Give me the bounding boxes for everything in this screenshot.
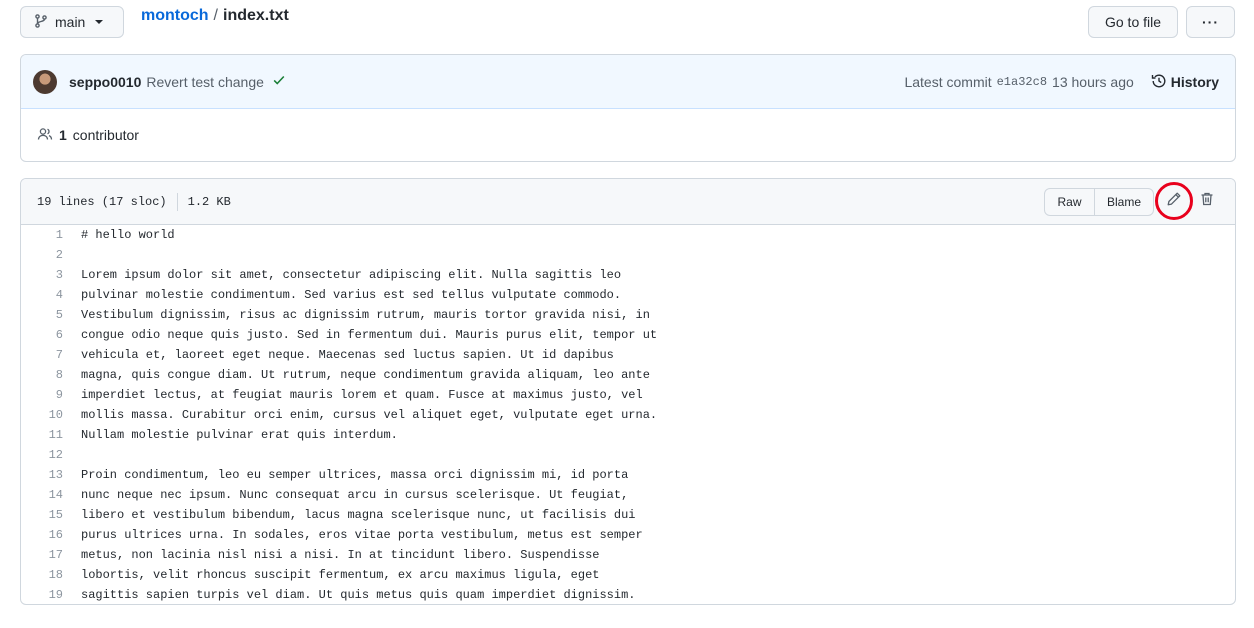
line-number[interactable]: 11 (21, 428, 63, 442)
line-text: metus, non lacinia nisl nisi a nisi. In … (81, 548, 600, 562)
line-text: libero et vestibulum bibendum, lacus mag… (81, 508, 636, 522)
file-size: 1.2 KB (187, 194, 231, 209)
edit-file-button[interactable] (1155, 182, 1193, 220)
commit-time: 13 hours ago (1052, 74, 1134, 90)
line-text: magna, quis congue diam. Ut rutrum, nequ… (81, 368, 650, 382)
line-number[interactable]: 19 (21, 588, 63, 602)
latest-commit-label: Latest commit (904, 74, 992, 90)
line-text: Lorem ipsum dolor sit amet, consectetur … (81, 268, 622, 282)
contributor-count: 1 (59, 127, 67, 143)
file-line-count: 19 lines (17 sloc) (37, 194, 167, 209)
line-text: Proin condimentum, leo eu semper ultrice… (81, 468, 629, 482)
line-number[interactable]: 14 (21, 488, 63, 502)
line-text: lobortis, velit rhoncus suscipit ferment… (81, 568, 600, 582)
code-line: 4 pulvinar molestie condimentum. Sed vari… (21, 285, 1235, 305)
line-number[interactable]: 18 (21, 568, 63, 582)
code-line: 1 # hello world (21, 225, 1235, 245)
line-text: purus ultrices urna. In sodales, eros vi… (81, 528, 643, 542)
contributors-row[interactable]: 1 contributor (21, 109, 1235, 161)
line-text: # hello world (81, 228, 175, 242)
code-line: 13 Proin condimentum, leo eu semper ultri… (21, 465, 1235, 485)
history-link[interactable]: History (1151, 73, 1219, 92)
line-text: Vestibulum dignissim, risus ac dignissim… (81, 308, 650, 322)
line-number[interactable]: 10 (21, 408, 63, 422)
contributor-label: contributor (72, 127, 139, 143)
blame-button[interactable]: Blame (1095, 189, 1153, 215)
raw-button[interactable]: Raw (1045, 189, 1095, 215)
delete-file-button[interactable] (1197, 191, 1217, 211)
line-number[interactable]: 6 (21, 328, 63, 342)
line-number[interactable]: 1 (21, 228, 63, 242)
header-divider (176, 192, 178, 211)
trash-icon (1199, 191, 1215, 211)
line-text: imperdiet lectus, at feugiat mauris lore… (81, 388, 643, 402)
commit-meta: Latest commit e1a32c8 13 hours ago Histo… (904, 55, 1219, 109)
code-line: 10 mollis massa. Curabitur orci enim, cur… (21, 405, 1235, 425)
branch-selector-button[interactable]: main (20, 6, 124, 38)
code-content: 1 # hello world 2 3 Lorem ipsum dolor sit am… (21, 225, 1235, 604)
line-number[interactable]: 12 (21, 448, 63, 462)
code-line: 6 congue odio neque quis justo. Sed in fe… (21, 325, 1235, 345)
code-line: 17 metus, non lacinia nisl nisi a nisi. I… (21, 545, 1235, 565)
line-number[interactable]: 5 (21, 308, 63, 322)
code-line: 3 Lorem ipsum dolor sit amet, consectetur… (21, 265, 1235, 285)
latest-commit-row: seppo0010 Revert test change Latest comm… (21, 55, 1235, 109)
code-line: 12 (21, 445, 1235, 465)
file-view-button-group: Raw Blame (1044, 188, 1154, 216)
line-number[interactable]: 13 (21, 468, 63, 482)
line-number[interactable]: 17 (21, 548, 63, 562)
code-line: 14 nunc neque nec ipsum. Nunc consequat a… (21, 485, 1235, 505)
code-line: 11 Nullam molestie pulvinar erat quis int… (21, 425, 1235, 445)
avatar[interactable] (33, 69, 57, 94)
chevron-down-icon (95, 20, 104, 24)
line-number[interactable]: 2 (21, 248, 63, 262)
line-text: sagittis sapien turpis vel diam. Ut quis… (81, 588, 636, 602)
people-icon (37, 126, 53, 145)
line-text: congue odio neque quis justo. Sed in fer… (81, 328, 658, 342)
commit-author-link[interactable]: seppo0010 (69, 74, 141, 90)
breadcrumb-repo-link[interactable]: montoch (141, 7, 209, 25)
check-icon[interactable] (272, 73, 286, 90)
breadcrumb: montoch / index.txt (141, 7, 289, 25)
line-text: mollis massa. Curabitur orci enim, cursu… (81, 408, 658, 422)
pencil-icon (1166, 191, 1182, 211)
line-text: pulvinar molestie condimentum. Sed variu… (81, 288, 622, 302)
code-line: 5 Vestibulum dignissim, risus ac dignissi… (21, 305, 1235, 325)
file-header: 19 lines (17 sloc) 1.2 KB Raw Blame (21, 179, 1235, 225)
commit-info-box: seppo0010 Revert test change Latest comm… (20, 54, 1236, 162)
line-text: nunc neque nec ipsum. Nunc consequat arc… (81, 488, 629, 502)
history-icon (1151, 73, 1167, 92)
line-number[interactable]: 9 (21, 388, 63, 402)
git-branch-icon (33, 13, 49, 32)
breadcrumb-separator: / (213, 7, 218, 24)
branch-label: main (55, 14, 86, 30)
line-number[interactable]: 4 (21, 288, 63, 302)
code-line: 19 sagittis sapien turpis vel diam. Ut qu… (21, 585, 1235, 604)
code-line: 16 purus ultrices urna. In sodales, eros … (21, 525, 1235, 545)
code-line: 7 vehicula et, laoreet eget neque. Maecen… (21, 345, 1235, 365)
line-text: Nullam molestie pulvinar erat quis inter… (81, 428, 398, 442)
code-line: 2 (21, 245, 1235, 265)
code-line: 18 lobortis, velit rhoncus suscipit ferme… (21, 565, 1235, 585)
code-line: 9 imperdiet lectus, at feugiat mauris lor… (21, 385, 1235, 405)
line-number[interactable]: 15 (21, 508, 63, 522)
line-text: vehicula et, laoreet eget neque. Maecena… (81, 348, 614, 362)
line-number[interactable]: 8 (21, 368, 63, 382)
history-label: History (1170, 74, 1219, 90)
line-number[interactable]: 3 (21, 268, 63, 282)
line-number[interactable]: 16 (21, 528, 63, 542)
commit-message-link[interactable]: Revert test change (146, 74, 264, 90)
more-options-button[interactable]: ··· (1186, 6, 1235, 38)
code-line: 8 magna, quis congue diam. Ut rutrum, neq… (21, 365, 1235, 385)
breadcrumb-file-name: index.txt (223, 7, 289, 24)
line-number[interactable]: 7 (21, 348, 63, 362)
file-viewer: 19 lines (17 sloc) 1.2 KB Raw Blame 1 # h… (20, 178, 1236, 605)
commit-sha-link[interactable]: e1a32c8 (997, 75, 1047, 89)
go-to-file-button[interactable]: Go to file (1088, 6, 1178, 38)
code-line: 15 libero et vestibulum bibendum, lacus m… (21, 505, 1235, 525)
